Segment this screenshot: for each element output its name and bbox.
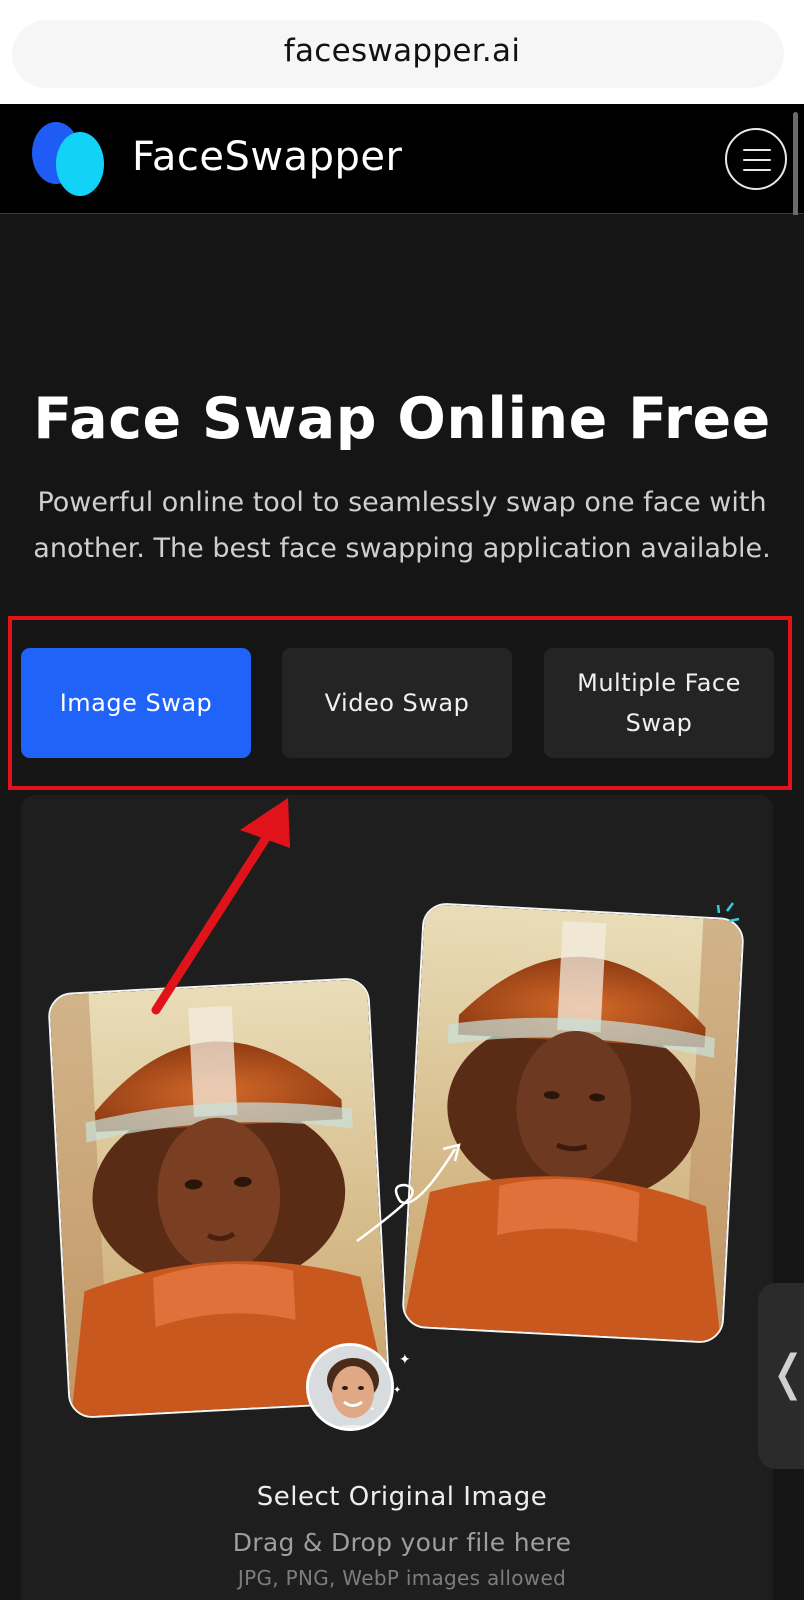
annotation-arrow-icon xyxy=(151,798,290,1015)
side-panel-toggle[interactable]: ❬ xyxy=(758,1283,804,1469)
logo-icon-overlay xyxy=(56,132,104,196)
menu-line xyxy=(743,159,771,161)
sparkle-icon: ✦ xyxy=(399,1352,411,1368)
annotation-highlight-box xyxy=(8,616,792,790)
upload-drag-text: Drag & Drop your file here xyxy=(232,1528,572,1557)
browser-address-bar[interactable]: faceswapper.ai xyxy=(0,0,804,104)
page-title: Face Swap Online Free xyxy=(33,386,771,452)
upload-title: Select Original Image xyxy=(256,1482,548,1512)
sparkle-icon: ✦ xyxy=(393,1385,402,1396)
hamburger-menu-icon[interactable] xyxy=(725,128,787,190)
page-subtitle: Powerful online tool to seamlessly swap … xyxy=(33,487,771,564)
sparkle-lines-icon xyxy=(716,902,740,923)
source-face-avatar xyxy=(306,1343,394,1431)
sparkle-icon: • xyxy=(370,1405,375,1414)
menu-line xyxy=(743,169,771,171)
site-header: FaceSwapper xyxy=(0,104,804,214)
menu-line xyxy=(743,149,771,151)
url-text: faceswapper.ai xyxy=(283,33,521,69)
chevron-left-icon: ❬ xyxy=(768,1345,804,1401)
brand-name[interactable]: FaceSwapper xyxy=(132,134,402,180)
upload-formats-text: JPG, PNG, WebP images allowed xyxy=(237,1566,567,1590)
result-image-card xyxy=(401,901,745,1345)
swap-arrow-icon xyxy=(356,1143,461,1243)
result-portrait-image xyxy=(403,903,743,1343)
